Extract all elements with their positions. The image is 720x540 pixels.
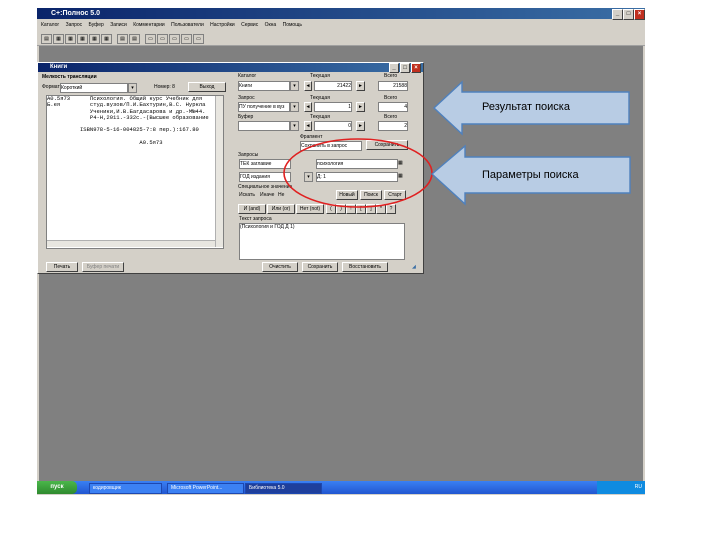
callout-overlay <box>283 80 631 208</box>
task-button[interactable]: Microsoft PowerPoint... <box>167 483 244 494</box>
task-button[interactable]: кодировщик <box>89 483 162 494</box>
callout-params-label: Параметры поиска <box>482 169 579 181</box>
taskbar: пуск кодировщик Microsoft PowerPoint... … <box>37 481 645 494</box>
callout-result-label: Результат поиска <box>482 101 570 113</box>
system-tray: RU <box>597 481 645 494</box>
start-button[interactable]: пуск <box>37 481 77 494</box>
language-indicator[interactable]: RU <box>635 484 642 490</box>
highlight-ellipse <box>283 138 433 208</box>
start-label: пуск <box>50 484 64 490</box>
task-button[interactable]: Библиотека 5.0 <box>245 483 322 494</box>
